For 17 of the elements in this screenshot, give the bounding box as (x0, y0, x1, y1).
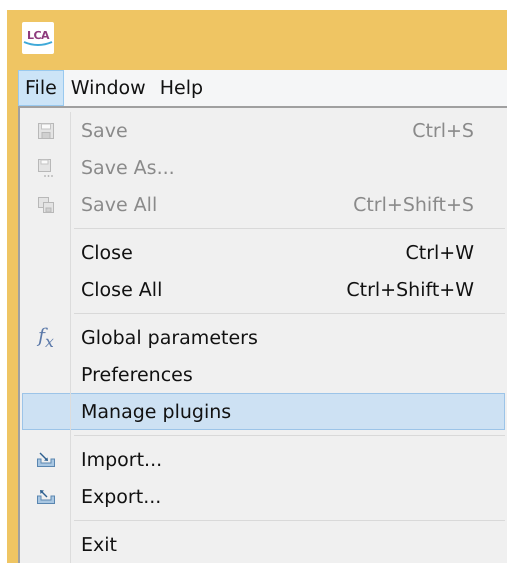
menu-item[interactable]: Manage plugins (22, 393, 505, 430)
export-icon (36, 488, 56, 504)
menu-item[interactable]: Close Ctrl+W (22, 234, 505, 271)
menu-bar-item[interactable]: File (18, 70, 64, 106)
import-icon (36, 452, 56, 468)
menu-item[interactable]: Close All Ctrl+Shift+W (22, 271, 505, 308)
floppy-disks-icon (37, 196, 55, 214)
menu-bar-item[interactable]: Help (152, 70, 210, 106)
function-icon: f$_{x}$ (38, 324, 54, 350)
menu-item[interactable]: Export... (22, 478, 505, 515)
menu-item[interactable]: Preferences (22, 356, 505, 393)
app-logo: LCA (22, 22, 54, 54)
menu-item[interactable]: f$_{x}$ Global parameters (22, 319, 505, 356)
floppy-disk-icon (37, 158, 55, 178)
menu-item[interactable]: Exit (22, 526, 505, 563)
menu-bar-item[interactable]: Window (64, 70, 153, 106)
menu-item[interactable]: Import... (22, 441, 505, 478)
